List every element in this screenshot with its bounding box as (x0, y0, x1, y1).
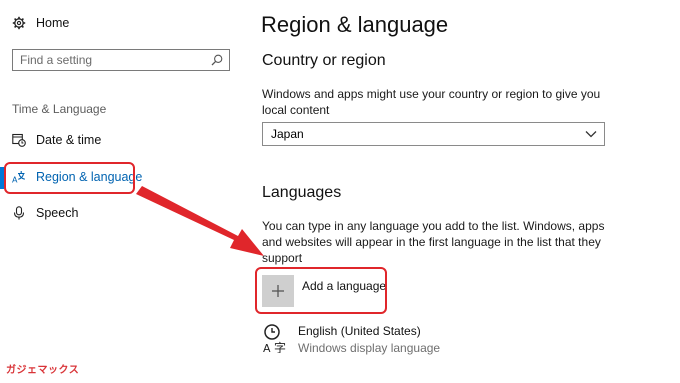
search-icon[interactable] (211, 54, 223, 66)
region-language-highlight-box (4, 162, 135, 194)
chevron-down-icon (585, 131, 597, 138)
sidebar-item-date-time[interactable]: Date & time (12, 133, 101, 147)
calendar-clock-icon (12, 133, 26, 147)
gear-icon (12, 16, 26, 30)
description-line: support (262, 251, 303, 265)
home-label: Home (36, 16, 70, 30)
languages-heading: Languages (262, 184, 342, 201)
country-region-select[interactable]: Japan (262, 122, 605, 146)
sidebar-item-label: Date & time (36, 133, 102, 147)
sidebar-item-label: Speech (36, 206, 79, 220)
search-placeholder: Find a setting (20, 53, 93, 67)
microphone-icon (13, 206, 25, 220)
country-region-heading: Country or region (262, 52, 386, 69)
home-nav-item[interactable]: Home (12, 16, 69, 30)
watermark-logo: ガジェマックス (6, 365, 80, 376)
svg-text:A: A (263, 342, 271, 353)
selected-country: Japan (271, 127, 304, 141)
sidebar-item-speech[interactable]: Speech (12, 206, 78, 220)
language-icon-char: 字 (274, 340, 286, 353)
description-line: You can type in any language you add to … (262, 219, 605, 233)
description-line: Windows and apps might use your country … (262, 87, 601, 101)
country-region-description: Windows and apps might use your country … (262, 86, 600, 118)
add-language-highlight-box (255, 267, 387, 314)
language-font-icon: A 字 (263, 324, 286, 353)
page-title: Region & language (261, 12, 449, 37)
annotation-arrow (136, 186, 264, 256)
language-subtitle: Windows display language (298, 341, 441, 355)
description-line: and websites will appear in the first la… (262, 235, 601, 249)
description-line: local content (262, 103, 330, 117)
language-name: English (United States) (298, 324, 421, 338)
find-setting-search-input[interactable]: Find a setting (12, 49, 230, 71)
section-group-label: Time & Language (12, 102, 107, 116)
languages-description: You can type in any language you add to … (262, 218, 604, 266)
